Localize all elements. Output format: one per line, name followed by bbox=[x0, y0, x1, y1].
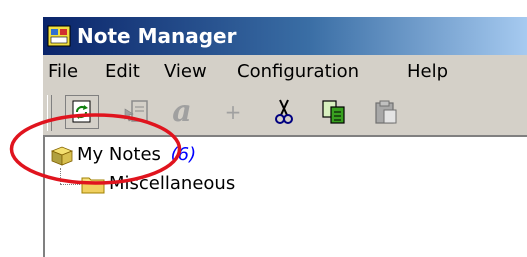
menu-bar: File Edit View Configuration Help bbox=[43, 57, 527, 87]
note-cursor-button[interactable] bbox=[120, 95, 154, 129]
tree-node-my-notes[interactable]: My Notes (6) bbox=[77, 144, 196, 166]
cut-icon bbox=[275, 99, 293, 124]
refresh-icon bbox=[72, 100, 91, 123]
menu-view[interactable]: View bbox=[164, 57, 207, 87]
plus-icon: + bbox=[224, 100, 242, 124]
toolbar: a + bbox=[43, 89, 527, 135]
notes-tree: My Notes (6) Miscellaneous bbox=[43, 135, 527, 257]
menu-configuration[interactable]: Configuration bbox=[237, 57, 359, 87]
tree-connector bbox=[60, 184, 80, 186]
menu-edit[interactable]: Edit bbox=[105, 57, 140, 87]
paste-icon bbox=[375, 100, 397, 124]
copy-button[interactable] bbox=[317, 95, 351, 129]
note-count: (6) bbox=[170, 144, 197, 165]
cut-button[interactable] bbox=[267, 95, 301, 129]
menu-help[interactable]: Help bbox=[407, 57, 448, 87]
tree-node-label: My Notes bbox=[77, 144, 161, 165]
toolbar-grip[interactable] bbox=[47, 95, 52, 131]
folder-icon bbox=[81, 177, 105, 194]
tree-node-miscellaneous[interactable]: Miscellaneous bbox=[109, 173, 235, 195]
notebook-folder-icon[interactable] bbox=[51, 146, 73, 166]
tree-connector bbox=[60, 168, 62, 184]
note-cursor-icon bbox=[124, 100, 148, 122]
font-icon: a bbox=[172, 94, 192, 129]
font-button[interactable]: a bbox=[165, 95, 199, 129]
title-bar[interactable]: Note Manager bbox=[43, 17, 527, 55]
copy-icon bbox=[322, 100, 345, 124]
tree-node-label: Miscellaneous bbox=[109, 173, 236, 194]
note-manager-window: Note Manager File Edit View Configuratio… bbox=[43, 17, 527, 257]
paste-button[interactable] bbox=[369, 95, 403, 129]
refresh-button[interactable] bbox=[65, 95, 99, 129]
menu-file[interactable]: File bbox=[48, 57, 78, 87]
window-title: Note Manager bbox=[77, 24, 237, 48]
app-icon bbox=[47, 25, 71, 47]
add-button[interactable]: + bbox=[216, 95, 250, 129]
